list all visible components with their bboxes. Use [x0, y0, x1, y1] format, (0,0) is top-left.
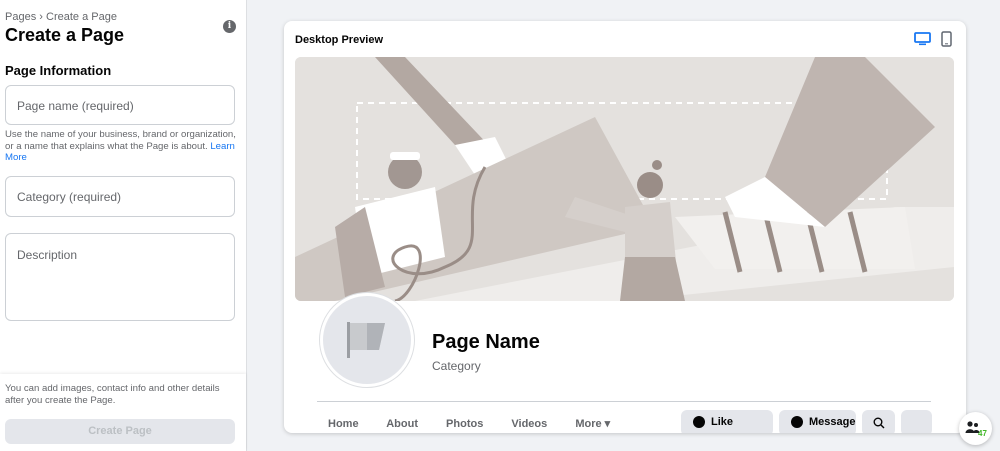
preview-category: Category — [432, 359, 481, 373]
preview-tabs: Home About Photos Videos More ▾ — [328, 417, 635, 430]
category-placeholder: Category (required) — [17, 190, 122, 204]
create-page-button[interactable]: Create Page — [5, 419, 235, 444]
message-button[interactable]: Message — [779, 410, 856, 433]
message-label: Message — [809, 416, 856, 428]
floating-count: 47 — [978, 429, 987, 438]
description-textarea[interactable]: Description — [5, 233, 235, 321]
section-title: Page Information — [5, 63, 112, 78]
profile-picture-placeholder — [320, 293, 414, 387]
breadcrumb-separator: › — [39, 11, 43, 23]
like-label: Like — [711, 416, 734, 428]
more-options-button[interactable] — [901, 410, 932, 433]
tab-about[interactable]: About — [386, 418, 418, 430]
mobile-icon[interactable] — [941, 31, 952, 47]
sidebar-footer: You can add images, contact info and oth… — [0, 374, 246, 451]
search-button[interactable] — [862, 410, 895, 433]
thumbs-up-icon — [693, 416, 705, 428]
search-icon — [873, 417, 885, 429]
breadcrumb-pages-link[interactable]: Pages — [5, 11, 36, 23]
footer-note: You can add images, contact info and oth… — [5, 383, 220, 406]
like-button[interactable]: Like — [681, 410, 773, 433]
preview-page-name: Page Name — [432, 331, 540, 353]
desktop-icon[interactable] — [914, 32, 931, 46]
page-title: Create a Page — [5, 25, 125, 45]
flag-icon — [347, 322, 385, 358]
desktop-preview-card: Desktop Preview Page Name Category Home … — [284, 21, 966, 433]
page-name-hint-text: Use the name of your business, brand or … — [5, 129, 236, 152]
page-name-hint: Use the name of your business, brand or … — [5, 129, 241, 164]
floating-people-button[interactable]: 47 — [959, 412, 992, 445]
breadcrumb: Pages › Create a Page — [5, 11, 117, 23]
info-icon[interactable]: i — [223, 20, 236, 33]
divider — [317, 401, 931, 402]
preview-title: Desktop Preview — [295, 34, 384, 46]
page-name-placeholder: Page name (required) — [17, 99, 134, 113]
breadcrumb-current: Create a Page — [46, 11, 117, 23]
cover-photo-illustration — [295, 57, 954, 301]
description-placeholder: Description — [17, 248, 78, 262]
tab-home[interactable]: Home — [328, 418, 359, 430]
tab-videos[interactable]: Videos — [511, 418, 547, 430]
messenger-icon — [791, 416, 803, 428]
create-page-sidebar: Pages › Create a Page Create a Page i Pa… — [0, 0, 247, 451]
tab-photos[interactable]: Photos — [446, 418, 483, 430]
category-input[interactable]: Category (required) — [5, 176, 235, 217]
tab-more[interactable]: More ▾ — [575, 418, 610, 430]
page-name-input[interactable]: Page name (required) — [5, 85, 235, 125]
